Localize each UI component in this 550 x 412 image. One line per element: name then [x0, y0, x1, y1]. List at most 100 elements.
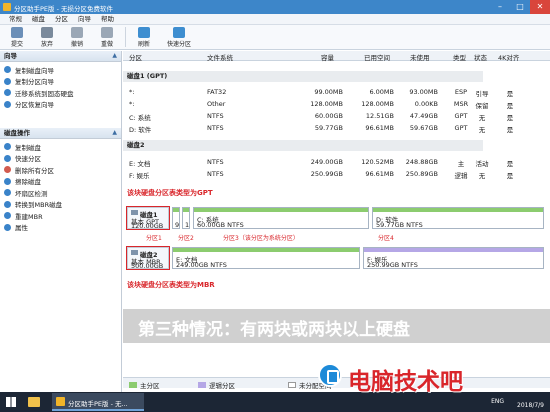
disk2-label: 磁盘2: [127, 141, 145, 149]
cell-capacity: 60.00GB: [314, 112, 343, 120]
collapse-icon[interactable]: ▲: [112, 128, 117, 138]
cell-type: 逻辑: [454, 172, 468, 180]
menu-bar: 常规 磁盘 分区 向导 帮助: [0, 14, 550, 25]
cell-type: ESP: [454, 88, 468, 96]
cell-used: 128.00MB: [361, 100, 394, 108]
menu-wizard[interactable]: 向导: [73, 14, 96, 24]
sidebar-item-wipe-disk[interactable]: 擦除磁盘: [4, 176, 121, 188]
rebuild-icon: [4, 212, 11, 220]
table-row[interactable]: C: 系统 NTFS 60.00GB 12.51GB 47.49GB GPT 无…: [123, 110, 550, 122]
maximize-icon[interactable]: □: [510, 0, 530, 14]
sidebar-item-copy-partition-wizard[interactable]: 复制分区向导: [4, 76, 121, 88]
disk1-band: [123, 71, 483, 82]
refresh-button[interactable]: 刷新: [129, 25, 159, 50]
disk1-part-c-block[interactable]: C: 系统 60.00GB NTFS: [193, 207, 369, 229]
table-row[interactable]: *: Other 128.00MB 128.00MB 0.00KB MSR 保留…: [123, 98, 550, 110]
refresh-label: 刷新: [137, 41, 150, 48]
menu-help[interactable]: 帮助: [96, 14, 119, 24]
col-used[interactable]: 已用空间: [364, 52, 390, 62]
col-4k[interactable]: 4K对齐: [498, 52, 519, 62]
taskbar-app-button[interactable]: 分区助手PE版 - 无...: [52, 393, 144, 411]
sidebar-item-migrate-os[interactable]: 迁移系统到固态硬盘: [4, 87, 121, 99]
window-controls: – □ ✕: [490, 0, 550, 14]
col-status[interactable]: 状态: [474, 52, 487, 62]
cell-status: 无: [478, 172, 486, 180]
sidebar-item-bad-sector[interactable]: 坏扇区检测: [4, 187, 121, 199]
disk1-part2-block[interactable]: 1: [182, 207, 190, 229]
sidebar-item-label: 复制分区向导: [15, 78, 54, 87]
bad-sector-icon: [4, 189, 11, 197]
undo-button[interactable]: 撤销: [62, 25, 92, 50]
disk2-part-e-block[interactable]: E: 文档 249.00GB NTFS: [172, 247, 360, 269]
sidebar-item-label: 复制磁盘: [15, 143, 41, 152]
mbr-annotation: 该块硬盘分区表类型为MBR: [127, 281, 215, 289]
cell-used: 96.61MB: [365, 124, 394, 132]
apply-button[interactable]: 提交: [2, 25, 32, 50]
disk2-part-f-block[interactable]: F: 娱乐 250.99GB NTFS: [363, 247, 544, 269]
sidebar-item-convert-mbr[interactable]: 转换到MBR磁盘: [4, 199, 121, 211]
col-capacity[interactable]: 容量: [321, 52, 334, 62]
windows-start-icon[interactable]: [6, 397, 16, 407]
cell-4k: 是: [506, 172, 514, 180]
main-panel: 分区 文件系统 容量 已用空间 未使用 类型 状态 4K对齐 磁盘1 (GPT)…: [123, 51, 550, 392]
part3-annotation: 分区3（该分区为系统分区）: [223, 235, 299, 242]
app-icon: [3, 3, 11, 11]
table-row[interactable]: E: 文档 NTFS 249.00GB 120.52MB 248.88GB 主 …: [123, 156, 550, 168]
toolbar: 提交 放弃 撤销 重做 刷新 快速分区: [0, 25, 550, 50]
sidebar-item-rebuild-mbr[interactable]: 重建MBR: [4, 210, 121, 222]
cell-unused: 250.89GB: [405, 170, 438, 178]
disk-ops-panel-title: 磁盘操作: [4, 129, 30, 137]
wizard-panel-header[interactable]: 向导 ▲: [0, 51, 121, 62]
part-e-size: 249.00GB NTFS: [176, 261, 227, 269]
disk1-part-d-block[interactable]: D: 软件 59.77GB NTFS: [372, 207, 544, 229]
quick-partition-button[interactable]: 快速分区: [159, 25, 199, 50]
wizard-icon: [4, 77, 11, 85]
clock-date[interactable]: 2018/7/9: [517, 402, 544, 410]
part1-annotation: 分区1: [146, 235, 162, 242]
disk1-label: 磁盘1 (GPT): [127, 72, 168, 80]
cell-status: 无: [478, 114, 486, 122]
sidebar-item-copy-disk[interactable]: 复制磁盘: [4, 141, 121, 153]
delete-icon: [4, 166, 11, 174]
redo-icon: [101, 27, 113, 38]
col-partition[interactable]: 分区: [129, 52, 142, 62]
cell-4k: 是: [506, 160, 514, 168]
disk1-part1-block[interactable]: 9: [172, 207, 180, 229]
discard-button[interactable]: 放弃: [32, 25, 62, 50]
cell-4k: 是: [506, 114, 514, 122]
sidebar-item-delete-all[interactable]: 删除所有分区: [4, 164, 121, 176]
cell-unused: 47.49GB: [409, 112, 438, 120]
partition-bar: [373, 208, 543, 212]
cell-used: 6.00MB: [369, 88, 394, 96]
col-filesystem[interactable]: 文件系统: [207, 52, 233, 62]
wipe-icon: [4, 177, 11, 185]
col-unused[interactable]: 未使用: [410, 52, 430, 62]
sidebar-item-properties[interactable]: 属性: [4, 222, 121, 234]
copy-disk-icon: [4, 143, 11, 151]
check-icon: [11, 27, 23, 38]
table-row[interactable]: F: 娱乐 NTFS 250.99GB 96.61MB 250.89GB 逻辑 …: [123, 168, 550, 180]
sidebar-item-partition-recovery[interactable]: 分区恢复向导: [4, 99, 121, 111]
table-row[interactable]: *: FAT32 99.00MB 6.00MB 93.00MB ESP 引导 是: [123, 86, 550, 98]
taskbar: 分区助手PE版 - 无... ENG 2018/7/9: [0, 392, 550, 412]
brand-text: 电脑技术吧: [348, 369, 463, 395]
disk-ops-panel-header[interactable]: 磁盘操作 ▲: [0, 128, 121, 139]
redo-button[interactable]: 重做: [92, 25, 122, 50]
menu-partition[interactable]: 分区: [50, 14, 73, 24]
collapse-icon[interactable]: ▲: [112, 51, 117, 61]
legend-logical-label: 逻辑分区: [209, 382, 235, 390]
menu-disk[interactable]: 磁盘: [27, 14, 50, 24]
sidebar-item-quick-partition[interactable]: 快速分区: [4, 153, 121, 165]
col-type[interactable]: 类型: [453, 52, 466, 62]
cell-type: GPT: [454, 112, 468, 120]
legend-primary-label: 主分区: [140, 382, 160, 390]
table-row[interactable]: D: 软件 NTFS 59.77GB 96.61MB 59.67GB GPT 无…: [123, 122, 550, 134]
language-indicator[interactable]: ENG: [491, 398, 504, 405]
sidebar-item-label: 分区恢复向导: [15, 101, 54, 110]
menu-general[interactable]: 常规: [4, 14, 27, 24]
close-icon[interactable]: ✕: [530, 0, 550, 14]
cell-type: MSR: [453, 100, 469, 108]
minimize-icon[interactable]: –: [490, 0, 510, 14]
file-explorer-icon[interactable]: [28, 397, 40, 407]
sidebar-item-copy-disk-wizard[interactable]: 复制磁盘向导: [4, 64, 121, 76]
